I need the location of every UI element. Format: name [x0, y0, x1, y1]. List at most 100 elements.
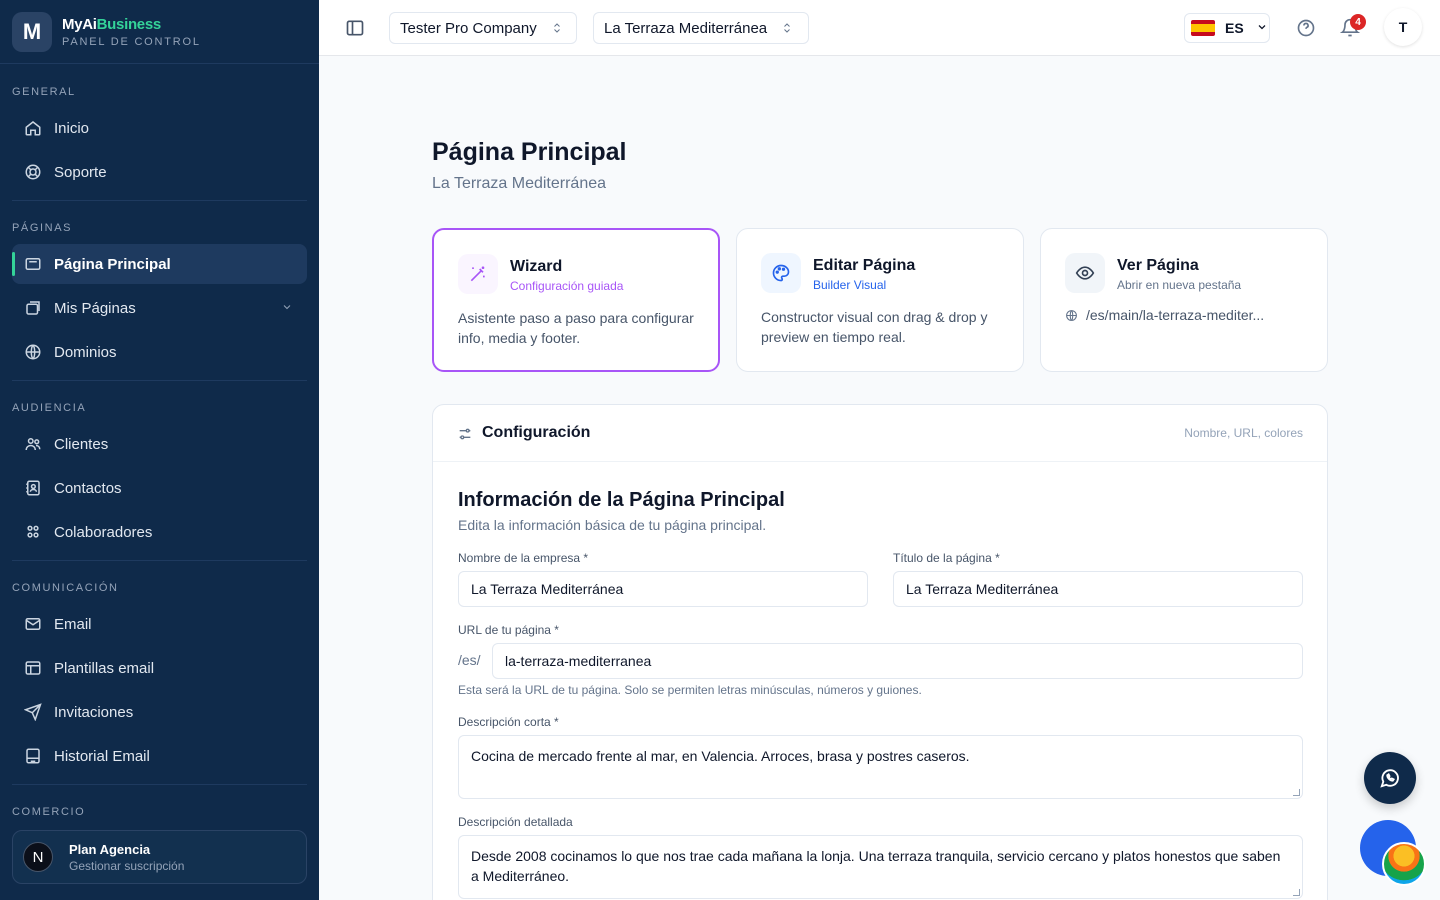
team-icon [24, 523, 42, 541]
sidebar-item-label: Soporte [54, 163, 107, 181]
brand-subtitle: PANEL DE CONTROL [62, 35, 201, 48]
config-hint: Nombre, URL, colores [1184, 426, 1303, 440]
section-paginas: PÁGINAS [12, 222, 73, 234]
template-icon [24, 659, 42, 677]
sidebar-toggle-icon[interactable] [345, 18, 365, 38]
language-selector[interactable]: ES [1184, 13, 1270, 43]
plan-title: Plan Agencia [69, 841, 151, 857]
edit-page-description: Constructor visual con drag & drop y pre… [761, 309, 988, 345]
brand-header[interactable]: M MyAiBusiness PANEL DE CONTROL [0, 0, 319, 64]
sidebar-item-label: Email [54, 615, 92, 633]
sidebar-item-label: Inicio [54, 119, 90, 137]
view-page-subtitle: Abrir en nueva pestaña [1117, 278, 1242, 292]
short-description-label: Descripción corta * [458, 715, 559, 729]
inbox-icon [24, 747, 42, 765]
sidebar-item-pagina-principal[interactable]: Página Principal [12, 244, 307, 284]
divider [12, 200, 307, 201]
site-selector[interactable]: La Terraza Mediterránea [593, 12, 809, 44]
eye-icon [1065, 253, 1105, 293]
chevron-updown-icon [781, 21, 793, 35]
url-label: URL de tu página * [458, 623, 559, 637]
company-name-label: Nombre de la empresa * [458, 551, 589, 565]
page-title-label: Título de la página * [893, 551, 1000, 565]
sidebar-item-label: Colaboradores [54, 523, 153, 541]
page-title: Página Principal [432, 138, 627, 166]
sidebar-item-contactos[interactable]: Contactos [12, 468, 307, 508]
view-page-url-text: /es/main/la-terraza-mediter... [1086, 307, 1265, 323]
config-title: Configuración [482, 424, 591, 441]
sidebar-item-colaboradores[interactable]: Colaboradores [12, 512, 307, 552]
sidebar-item-historial-email[interactable]: Historial Email [12, 736, 307, 776]
url-prefix: /es/ [458, 652, 481, 668]
section-subtitle: Edita la información básica de tu página… [458, 517, 767, 533]
wizard-title: Wizard [510, 258, 563, 275]
magic-wand-icon [458, 254, 498, 294]
chevron-down-icon [1256, 21, 1268, 36]
edit-page-title: Editar Página [813, 257, 916, 274]
chevron-updown-icon [551, 21, 563, 35]
globe-icon [1065, 309, 1078, 322]
sidebar-item-label: Dominios [54, 343, 117, 361]
home-icon [24, 119, 42, 137]
sidebar-item-inicio[interactable]: Inicio [12, 108, 307, 148]
page-title-input[interactable]: La Terraza Mediterránea [893, 571, 1303, 607]
sidebar-item-plantillas-email[interactable]: Plantillas email [12, 648, 307, 688]
view-page-url[interactable]: /es/main/la-terraza-mediter... [1065, 307, 1264, 323]
sliders-icon [457, 426, 473, 442]
company-name-input[interactable]: La Terraza Mediterránea [458, 571, 868, 607]
short-description-textarea[interactable]: Cocina de mercado frente al mar, en Vale… [458, 735, 1303, 799]
palette-icon [761, 253, 801, 293]
sidebar-item-dominios[interactable]: Dominios [12, 332, 307, 372]
wizard-subtitle: Configuración guiada [510, 279, 624, 293]
sidebar-item-mis-paginas[interactable]: Mis Páginas [12, 288, 307, 328]
view-page-card[interactable]: Ver Página Abrir en nueva pestaña /es/ma… [1040, 228, 1328, 372]
lifebuoy-icon [24, 163, 42, 181]
wizard-description: Asistente paso a paso para configurar in… [458, 310, 694, 346]
chat-agent-avatar[interactable] [1382, 842, 1426, 886]
long-description-label: Descripción detallada [458, 815, 573, 829]
sidebar-item-soporte[interactable]: Soporte [12, 152, 307, 192]
sidebar-item-label: Historial Email [54, 747, 150, 765]
mail-icon [24, 615, 42, 633]
sidebar-item-label: Mis Páginas [54, 299, 136, 317]
edit-page-card[interactable]: Editar Página Builder Visual Constructor… [736, 228, 1024, 372]
section-title: Información de la Página Principal [458, 489, 785, 511]
divider [12, 784, 307, 785]
help-icon[interactable] [1296, 18, 1316, 38]
avatar: N [23, 842, 53, 872]
whatsapp-button[interactable] [1364, 752, 1416, 804]
plan-card[interactable]: N Plan Agencia Gestionar suscripción [12, 830, 307, 884]
chevron-down-icon[interactable] [281, 300, 293, 317]
site-selector-label: La Terraza Mediterránea [604, 19, 768, 37]
brand-logo: M [12, 11, 52, 52]
globe-icon [24, 343, 42, 361]
view-page-title: Ver Página [1117, 257, 1199, 274]
user-avatar-button[interactable]: T [1384, 8, 1422, 46]
send-icon [24, 703, 42, 721]
divider [12, 380, 307, 381]
layout-icon [24, 255, 42, 273]
notification-badge: 4 [1350, 14, 1366, 30]
section-comercio: COMERCIO [12, 806, 86, 818]
divider [12, 560, 307, 561]
spain-flag-icon [1191, 20, 1215, 36]
plan-subtitle: Gestionar suscripción [69, 858, 185, 873]
page-subtitle: La Terraza Mediterránea [432, 175, 607, 192]
language-label: ES [1225, 20, 1244, 36]
config-header[interactable]: Configuración Nombre, URL, colores [433, 405, 1327, 462]
contact-book-icon [24, 479, 42, 497]
section-audiencia: AUDIENCIA [12, 402, 87, 414]
pages-icon [24, 299, 42, 317]
url-input[interactable]: la-terraza-mediterranea [492, 643, 1303, 679]
sidebar-item-invitaciones[interactable]: Invitaciones [12, 692, 307, 732]
users-icon [24, 435, 42, 453]
section-general: GENERAL [12, 86, 76, 98]
wizard-card[interactable]: Wizard Configuración guiada Asistente pa… [432, 228, 720, 372]
edit-page-subtitle: Builder Visual [813, 278, 887, 292]
company-selector[interactable]: Tester Pro Company [389, 12, 577, 44]
whatsapp-icon [1379, 767, 1401, 789]
sidebar-item-label: Clientes [54, 435, 109, 453]
sidebar-item-email[interactable]: Email [12, 604, 307, 644]
long-description-textarea[interactable]: Desde 2008 cocinamos lo que nos trae cad… [458, 835, 1303, 899]
sidebar-item-clientes[interactable]: Clientes [12, 424, 307, 464]
